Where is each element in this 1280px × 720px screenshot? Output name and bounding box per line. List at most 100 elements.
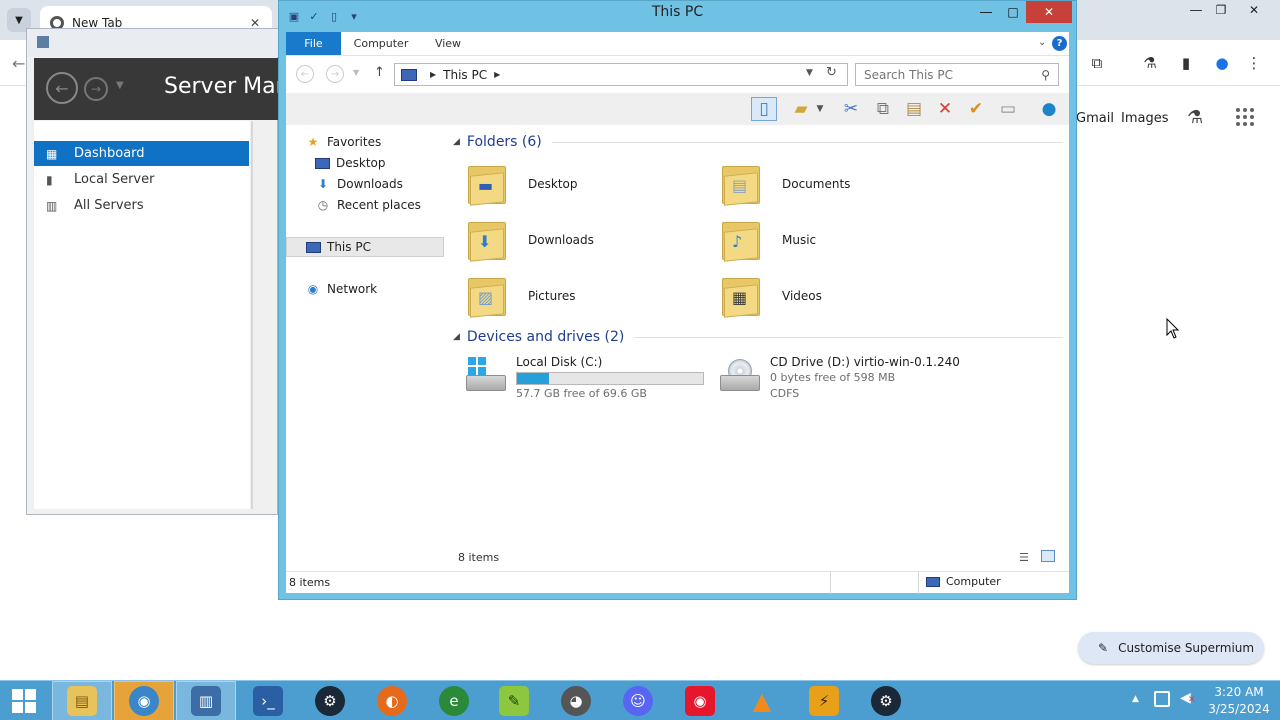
recent-locations-icon[interactable]: ▼: [353, 68, 359, 77]
profile-avatar-icon[interactable]: ●: [1212, 53, 1232, 73]
system-clock[interactable]: 3:20 AM 3/25/2024: [1202, 684, 1276, 718]
tab-computer[interactable]: Computer: [348, 32, 414, 55]
delete-icon[interactable]: ✕: [932, 97, 958, 121]
breadcrumb-chevron-icon[interactable]: ▶: [430, 70, 436, 79]
new-folder-icon[interactable]: ▰: [788, 97, 814, 121]
start-button[interactable]: [0, 681, 48, 720]
breadcrumb-this-pc[interactable]: This PC: [443, 68, 487, 82]
taskbar-winamp[interactable]: ⚡: [794, 681, 854, 720]
browser-menu-icon[interactable]: ⋮: [1244, 53, 1264, 73]
nav-item-favorites[interactable]: ★ Favorites: [286, 132, 444, 152]
search-input[interactable]: [864, 67, 1024, 82]
gmail-link[interactable]: Gmail: [1076, 111, 1114, 126]
folder-pictures[interactable]: ▨ Pictures: [456, 271, 706, 321]
taskbar-raccoon-app[interactable]: ◕: [546, 681, 606, 720]
star-icon: ★: [307, 135, 319, 149]
nav-item-downloads[interactable]: ⬇ Downloads: [286, 174, 444, 194]
address-dropdown-icon[interactable]: ▼: [806, 68, 813, 78]
tab-view[interactable]: View: [426, 32, 470, 55]
details-view-icon[interactable]: ☰: [1019, 551, 1029, 564]
folder-music[interactable]: ♪ Music: [710, 215, 960, 265]
drive-local-disk-c[interactable]: Local Disk (C:) 57.7 GB free of 69.6 GB: [464, 351, 714, 403]
sm-nav-all-servers[interactable]: ▥ All Servers: [34, 193, 249, 218]
search-icon[interactable]: ⚲: [1041, 68, 1050, 82]
folder-videos[interactable]: ▦ Videos: [710, 271, 960, 321]
drive-name: Local Disk (C:): [516, 355, 603, 369]
taskbar-steam[interactable]: ⚙: [300, 681, 360, 720]
back-arrow-icon[interactable]: ←: [46, 72, 78, 104]
search-box[interactable]: ⚲: [855, 63, 1059, 86]
taskbar-server-manager[interactable]: ▥: [176, 681, 236, 720]
nav-item-desktop[interactable]: Desktop: [286, 153, 444, 173]
breadcrumb-chevron-icon[interactable]: ▶: [494, 70, 500, 79]
vlc-cone-icon: ▲: [752, 687, 772, 715]
taskbar-discord[interactable]: ☺: [608, 681, 668, 720]
status-bar: 8 items Computer: [286, 571, 1069, 594]
forward-arrow-icon[interactable]: →: [326, 65, 344, 83]
back-arrow-icon[interactable]: ←: [12, 54, 25, 73]
tab-file[interactable]: File: [286, 32, 341, 55]
hard-drive-icon: [464, 357, 508, 397]
drive-cd-d[interactable]: CD Drive (D:) virtio-win-0.1.240 0 bytes…: [718, 351, 1048, 403]
sm-nav-dashboard[interactable]: ▦ Dashboard: [34, 141, 249, 166]
up-arrow-icon[interactable]: ↑: [374, 65, 385, 80]
show-hidden-icons-icon[interactable]: ▲: [1132, 694, 1139, 704]
taskbar-powershell[interactable]: ›_: [238, 681, 298, 720]
sm-nav-local-server[interactable]: ▮ Local Server: [34, 167, 249, 192]
checkmark-icon[interactable]: ✔: [963, 97, 989, 121]
taskbar-weibo[interactable]: ◉: [670, 681, 730, 720]
folder-desktop[interactable]: ▬ Desktop: [456, 159, 706, 209]
folder-downloads[interactable]: ⬇ Downloads: [456, 215, 706, 265]
browser-close-button[interactable]: ✕: [1236, 0, 1272, 20]
browser-restore-button[interactable]: ❐: [1203, 0, 1239, 20]
group-header-devices[interactable]: ◢ Devices and drives (2): [453, 327, 1063, 347]
powershell-icon: ›_: [253, 686, 283, 716]
paste-icon[interactable]: ▤: [901, 97, 927, 121]
images-link[interactable]: Images: [1121, 111, 1169, 126]
back-arrow-icon[interactable]: ←: [296, 65, 314, 83]
forward-arrow-icon[interactable]: →: [84, 77, 108, 101]
discord-icon: ☺: [623, 686, 653, 716]
network-tray-icon[interactable]: [1154, 691, 1170, 707]
large-icons-view-icon[interactable]: [1041, 550, 1055, 562]
collapse-triangle-icon[interactable]: ◢: [453, 332, 460, 342]
maximize-button[interactable]: □: [1000, 1, 1026, 23]
taskbar-internet-explorer[interactable]: e: [424, 681, 484, 720]
nav-divider[interactable]: [251, 121, 253, 509]
network-globe-icon[interactable]: ●: [1036, 97, 1062, 121]
nav-item-network[interactable]: ◉ Network: [286, 279, 444, 299]
search-labs-icon[interactable]: ⚗: [1187, 107, 1203, 128]
collapse-triangle-icon[interactable]: ◢: [453, 137, 460, 147]
taskbar-file-explorer[interactable]: ▤: [52, 681, 112, 720]
history-dropdown-icon[interactable]: ▼: [116, 80, 124, 91]
copy-icon[interactable]: ⧉: [870, 97, 896, 121]
nav-item-this-pc[interactable]: This PC: [286, 237, 444, 257]
google-apps-icon[interactable]: [1236, 108, 1254, 126]
expand-ribbon-icon[interactable]: ⌄: [1038, 37, 1046, 48]
properties-icon[interactable]: ▭: [995, 97, 1021, 121]
folder-name: Music: [782, 233, 817, 247]
folder-documents[interactable]: ▤ Documents: [710, 159, 960, 209]
labs-flask-icon[interactable]: ⚗: [1140, 53, 1160, 73]
close-button[interactable]: ✕: [1026, 1, 1072, 23]
cut-icon[interactable]: ✂: [838, 97, 864, 121]
refresh-icon[interactable]: ↻: [826, 65, 837, 80]
taskbar-steam[interactable]: ⚙: [856, 681, 916, 720]
documents-folder-icon: ▤: [722, 162, 762, 206]
status-location-label: Computer: [946, 575, 1001, 588]
preview-pane-icon[interactable]: ▯: [751, 97, 777, 121]
nav-item-recent-places[interactable]: ◷ Recent places: [286, 195, 444, 215]
taskbar-vlc[interactable]: ▲: [732, 681, 792, 720]
chevron-down-icon[interactable]: ▼: [814, 97, 826, 121]
customise-button[interactable]: ✎ Customise Supermium: [1078, 632, 1264, 664]
taskbar-firefox[interactable]: ◐: [362, 681, 422, 720]
minimize-button[interactable]: ―: [973, 1, 999, 23]
group-header-folders[interactable]: ◢ Folders (6): [453, 132, 1063, 152]
volume-muted-icon[interactable]: ◀ ✕: [1180, 690, 1196, 706]
help-icon[interactable]: ?: [1052, 36, 1067, 51]
extensions-icon[interactable]: ⧉: [1087, 53, 1107, 73]
address-bar[interactable]: ▶ This PC ▶: [394, 63, 848, 86]
side-panel-icon[interactable]: ▮: [1176, 53, 1196, 73]
taskbar-chrome[interactable]: ◉: [114, 681, 174, 720]
taskbar-notepad-plus-plus[interactable]: ✎: [484, 681, 544, 720]
